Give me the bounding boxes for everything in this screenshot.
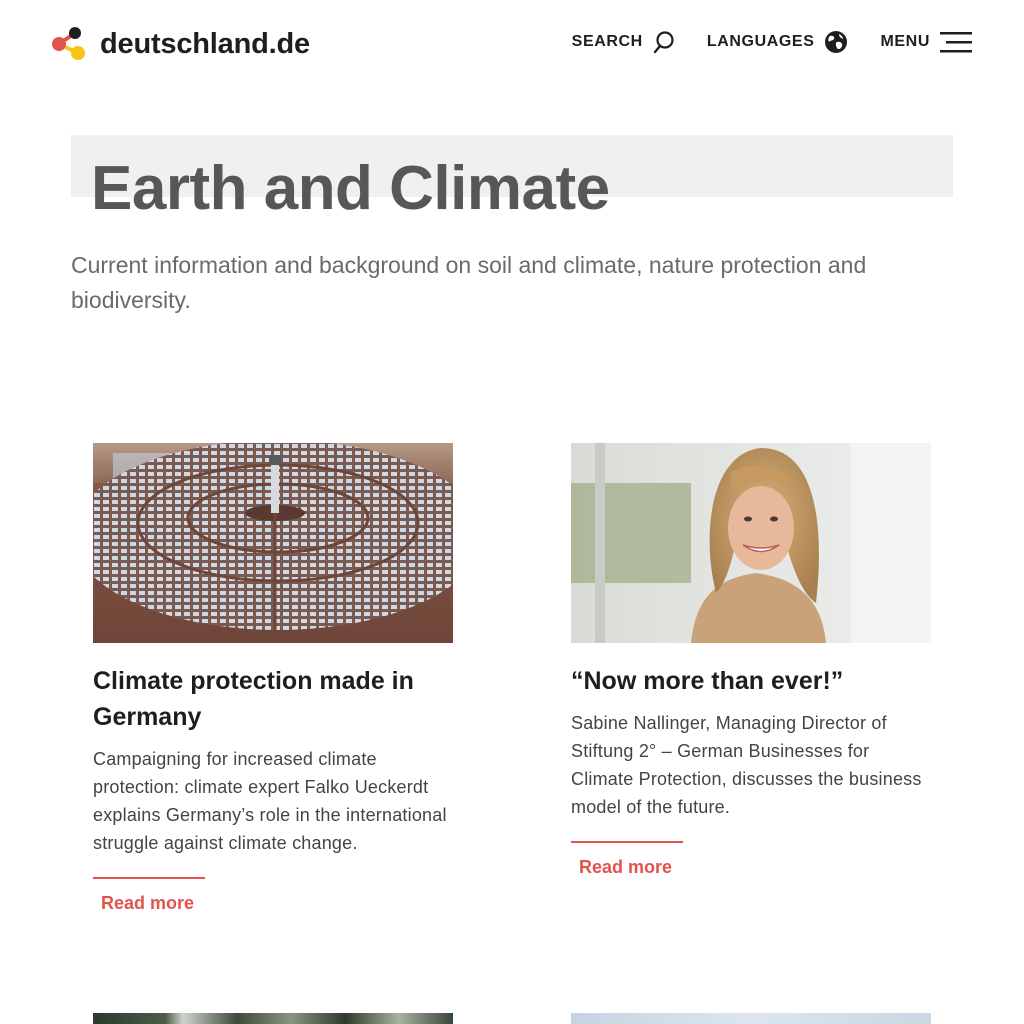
portrait-image[interactable] [571,443,931,643]
card-title[interactable]: Climate protection made in Germany [93,663,453,735]
languages-label: LANGUAGES [706,33,815,50]
search-button[interactable]: SEARCH [572,30,675,54]
solar-plant-image[interactable] [93,443,453,643]
card-description: Sabine Nallinger, Managing Director of S… [571,713,922,817]
card-description: Campaigning for increased climate protec… [93,749,447,853]
card-title[interactable]: “Now more than ever!” [571,663,931,699]
next-article-image[interactable] [93,1013,453,1024]
hamburger-menu-icon [940,30,972,54]
menu-button[interactable]: MENU [880,30,972,54]
next-article-image[interactable] [571,1013,931,1024]
read-more-link[interactable]: Read more [571,841,683,878]
logo-molecule-icon [52,27,85,60]
page-title: Earth and Climate [91,154,610,223]
main-nav: SEARCH LANGUAGES MENU [540,30,972,54]
search-icon [653,30,675,54]
logo-text: deutschland.de [100,27,310,60]
read-more-link[interactable]: Read more [93,877,205,914]
site-logo[interactable]: deutschland.de [50,24,310,64]
article-card-climate-protection: Climate protection made in Germany Campa… [93,443,453,914]
site-header: deutschland.de SEARCH LANGUAGES MENU [0,0,1024,92]
menu-label: MENU [880,33,930,50]
languages-button[interactable]: LANGUAGES [707,30,849,54]
globe-icon [824,30,848,54]
article-card-now-more-than-ever: “Now more than ever!” Sabine Nallinger, … [571,443,931,878]
page-intro: Current information and background on so… [71,252,867,313]
search-label: SEARCH [571,33,643,50]
